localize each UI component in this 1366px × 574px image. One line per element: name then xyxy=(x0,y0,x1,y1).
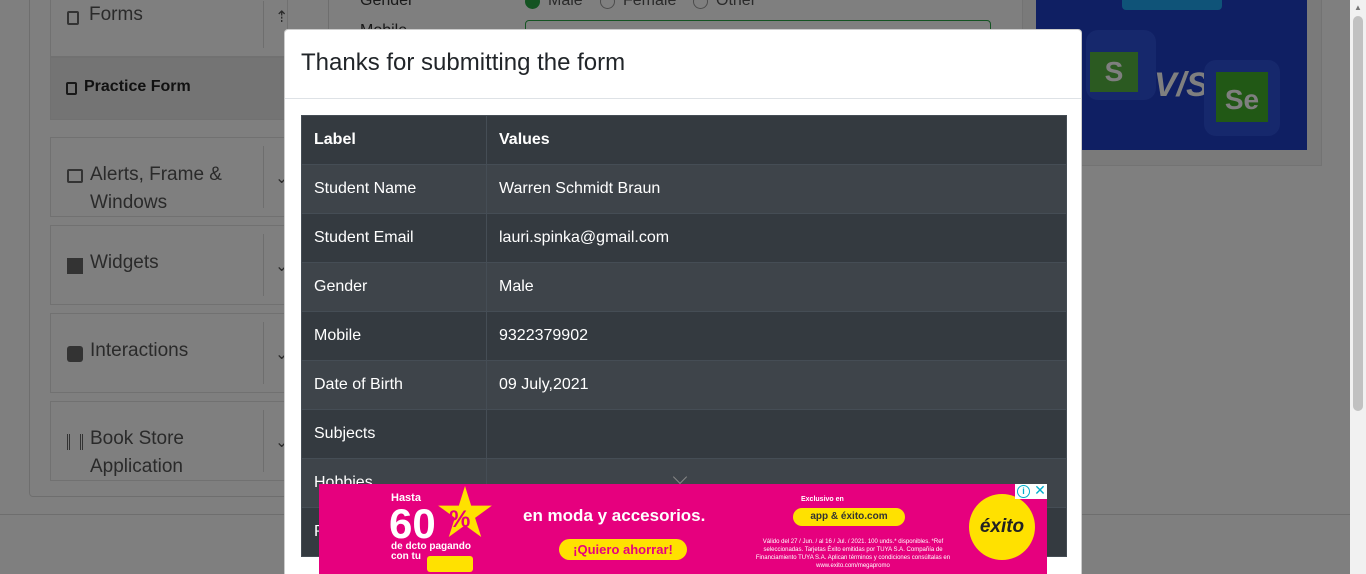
table-row: Date of Birth 09 July,2021 xyxy=(301,360,1067,410)
row-value: 09 July,2021 xyxy=(486,360,1067,410)
scrollbar-thumb[interactable] xyxy=(1353,16,1363,411)
modal-header: Thanks for submitting the form xyxy=(285,30,1081,99)
table-row: Student Email lauri.spinka@gmail.com xyxy=(301,213,1067,263)
ad-percent: 60 xyxy=(389,500,436,547)
table-row: Subjects xyxy=(301,409,1067,459)
ad-legal-vertical xyxy=(331,494,343,554)
row-value xyxy=(486,409,1067,459)
ad-controls: i ✕ xyxy=(1015,483,1047,499)
ad-info-icon[interactable]: i xyxy=(1017,485,1030,498)
row-value: Warren Schmidt Braun xyxy=(486,164,1067,214)
row-value: 9322379902 xyxy=(486,311,1067,361)
ad-percent-sign: % xyxy=(449,506,471,533)
row-value: lauri.spinka@gmail.com xyxy=(486,213,1067,263)
row-value: Male xyxy=(486,262,1067,312)
ad-cta-button[interactable]: ¡Quiero ahorrar! xyxy=(559,539,687,560)
modal-title: Thanks for submitting the form xyxy=(301,49,626,76)
column-header-values: Values xyxy=(486,115,1067,165)
column-header-label: Label xyxy=(301,115,487,165)
table-row: Student Name Warren Schmidt Braun xyxy=(301,164,1067,214)
scroll-up-icon[interactable]: ▲ xyxy=(1354,3,1362,12)
ad-exclusive-text: Exclusivo en xyxy=(801,496,844,503)
ad-headline: en moda y accesorios. xyxy=(523,506,706,525)
table-row: Gender Male xyxy=(301,262,1067,312)
row-label: Subjects xyxy=(301,409,487,459)
row-label: Mobile xyxy=(301,311,487,361)
page-scrollbar[interactable]: ▲ xyxy=(1350,0,1366,574)
table-header-row: Label Values xyxy=(301,115,1067,165)
credit-card-icon xyxy=(427,556,473,572)
ad-fine-print: Válido del 27 / Jun. / al 16 / Jul. / 20… xyxy=(755,539,951,569)
table-row: Mobile 9322379902 xyxy=(301,311,1067,361)
exito-logo: éxito xyxy=(969,494,1035,560)
row-label: Student Email xyxy=(301,213,487,263)
ad-app-badge: app & éxito.com xyxy=(793,508,905,526)
close-icon[interactable]: ✕ xyxy=(1033,483,1047,498)
row-label: Student Name xyxy=(301,164,487,214)
row-label: Gender xyxy=(301,262,487,312)
bottom-ad-banner[interactable]: Hasta 60 % de dcto pagando con tu en mod… xyxy=(319,484,1047,574)
row-label: Date of Birth xyxy=(301,360,487,410)
